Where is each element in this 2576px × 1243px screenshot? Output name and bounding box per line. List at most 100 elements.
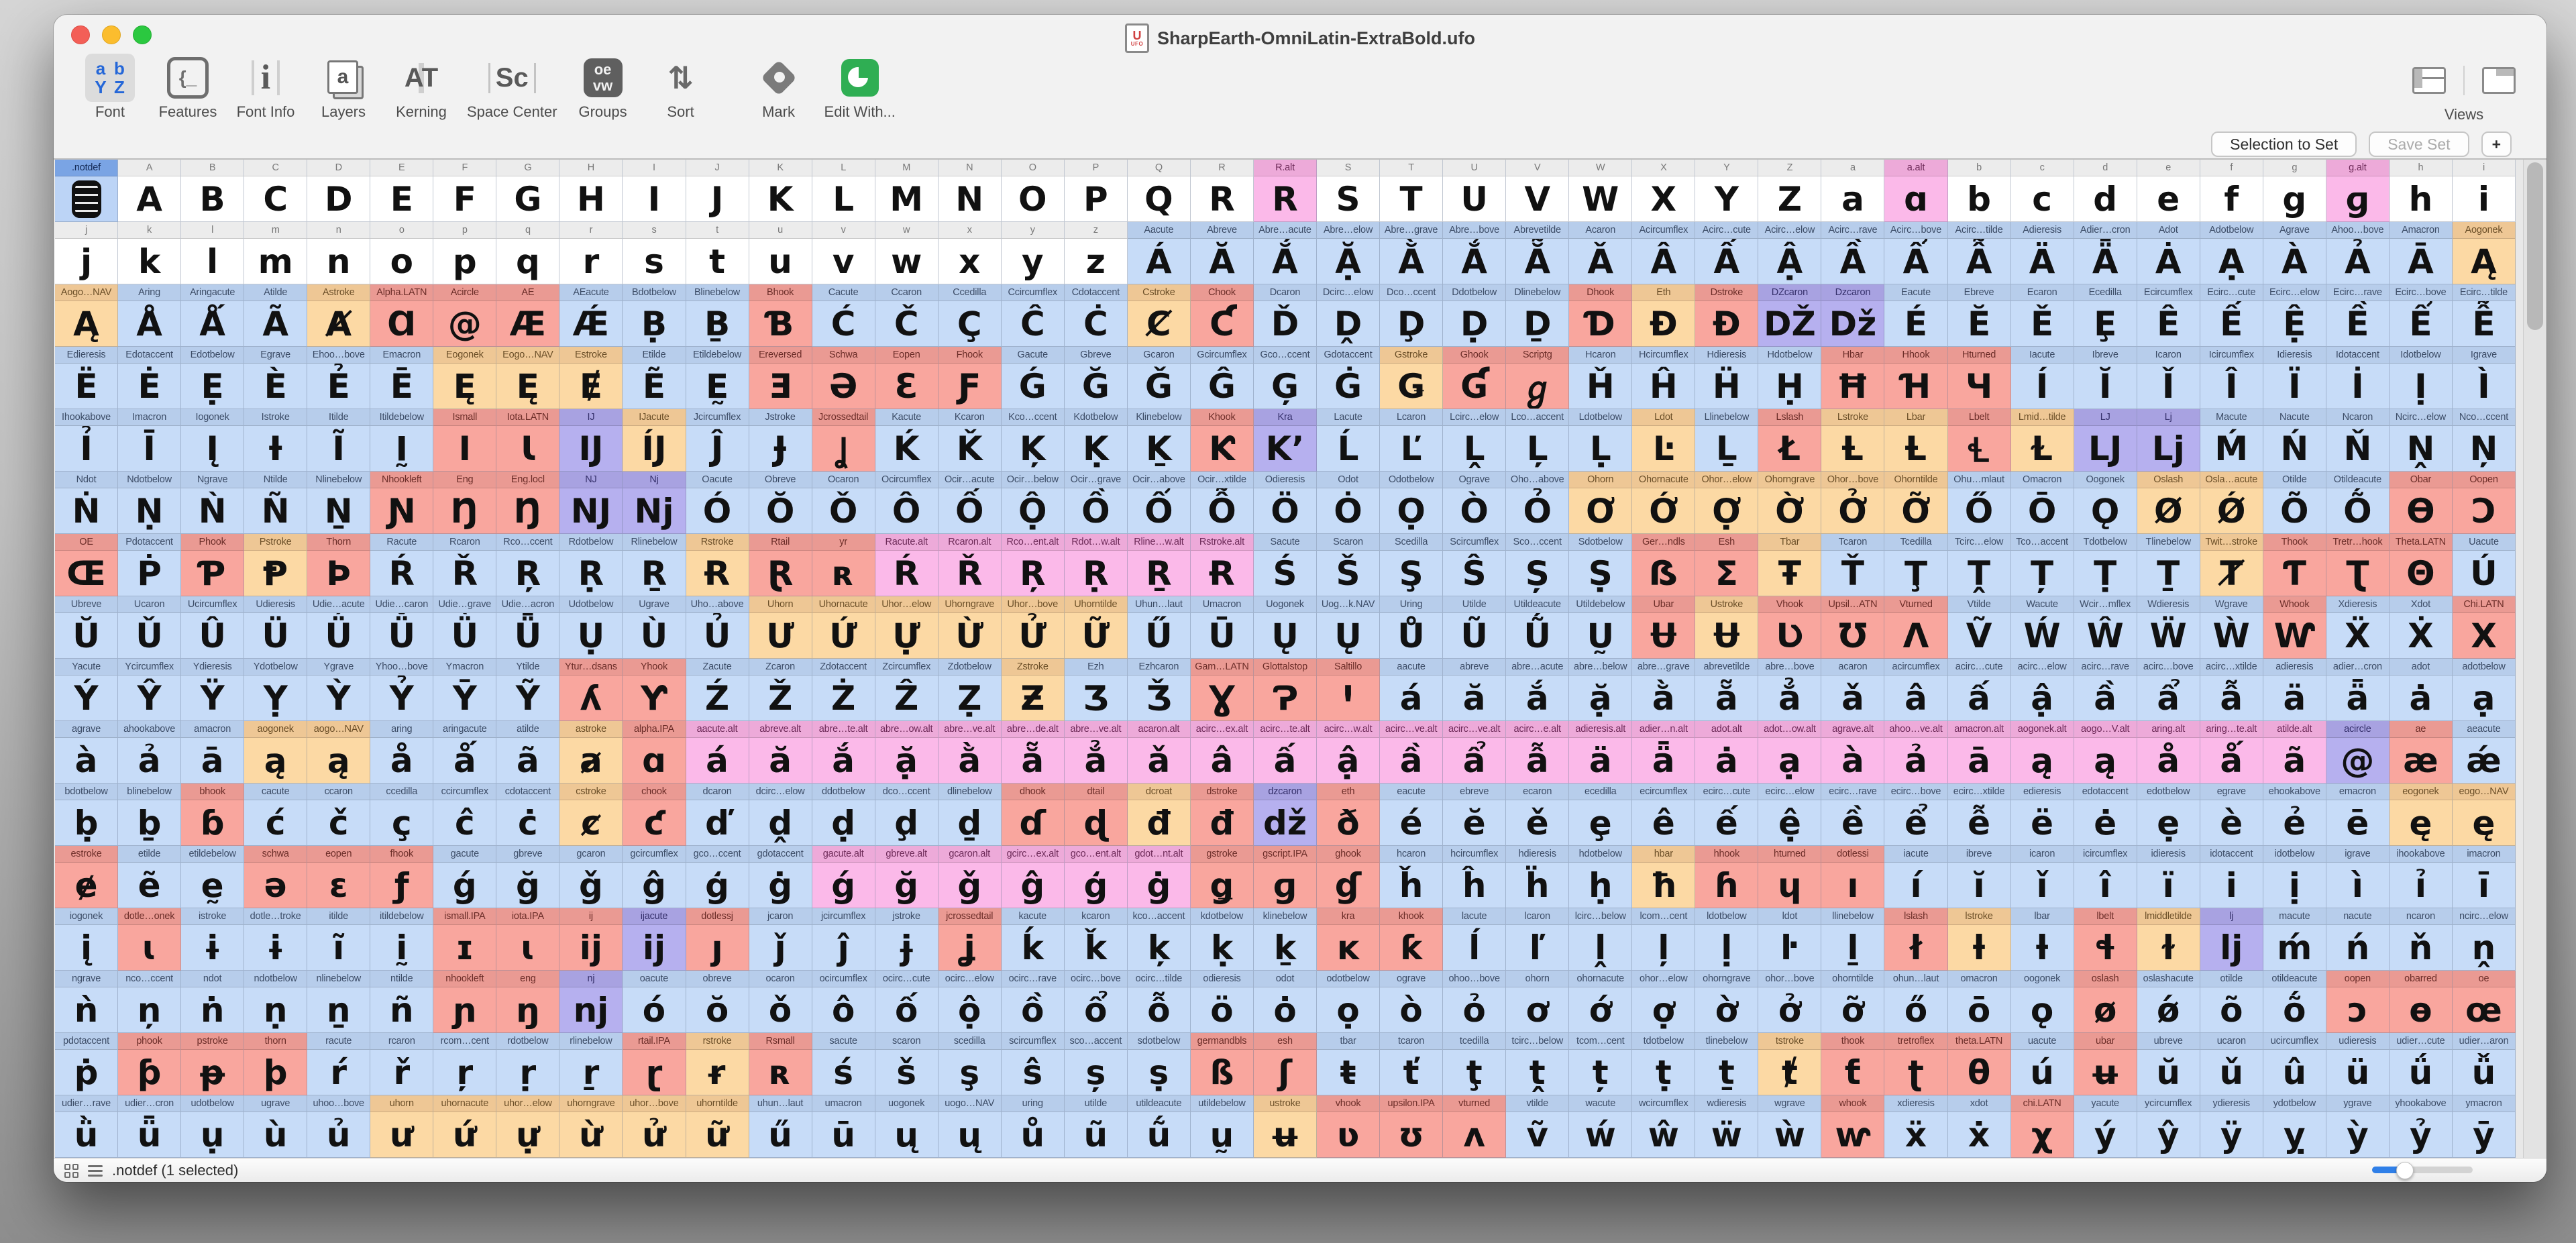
glyph-cell[interactable]: Itilde Ĩ [307, 409, 371, 472]
glyph-cell[interactable]: abreve.alt ă [749, 721, 812, 783]
glyph-cell[interactable]: FF [433, 160, 497, 222]
glyph-cell[interactable]: ahookabove ả [118, 721, 182, 783]
glyph-cell[interactable]: Utildebelow Ṵ [1569, 596, 1633, 659]
glyph-cell[interactable]: Acirc…tilde Ẫ [1947, 222, 2011, 284]
glyph-cell[interactable]: Rstroke.alt Ɍ [1190, 534, 1254, 596]
glyph-cell[interactable]: Twit…stroke Ⱦ [2200, 534, 2263, 596]
glyph-cell[interactable]: yhookabove ỷ [2389, 1095, 2453, 1158]
glyph-cell[interactable]: Idotbelow Ị [2389, 347, 2453, 409]
glyph-cell[interactable]: dotlessj ȷ [686, 908, 749, 971]
glyph-cell[interactable]: Dhook Ɗ [1569, 284, 1633, 347]
glyph-cell[interactable]: tt [686, 222, 749, 284]
glyph-cell[interactable]: Xdot Ẋ [2389, 596, 2453, 659]
glyph-cell[interactable]: Uhorntilde Ữ [1064, 596, 1128, 659]
glyph-cell[interactable]: lcirc…below ḽ [1569, 908, 1633, 971]
glyph-cell[interactable]: Adotbelow Ạ [2200, 222, 2263, 284]
glyph-cell[interactable]: ecaron ě [1506, 783, 1570, 846]
glyph-cell[interactable]: ecirc…bove ể [1884, 783, 1948, 846]
glyph-cell[interactable]: AEacute Ǽ [559, 284, 623, 347]
glyph-cell[interactable]: Hdotbelow Ḥ [1758, 347, 1822, 409]
glyph-cell[interactable]: Gacute Ǵ [1001, 347, 1065, 409]
glyph-cell[interactable]: Ocircumflex Ô [875, 472, 938, 534]
glyph-cell[interactable]: Abre…grave Ằ [1380, 222, 1444, 284]
glyph-cell[interactable]: Zcaron Ž [749, 659, 812, 721]
glyph-cell[interactable]: ndot ṅ [181, 971, 245, 1033]
selection-to-set-button[interactable]: Selection to Set [2211, 131, 2357, 157]
glyph-cell[interactable]: odieresis ö [1190, 971, 1254, 1033]
glyph-cell[interactable]: OE Œ [55, 534, 119, 596]
glyph-cell[interactable]: ydotbelow ỵ [2263, 1095, 2326, 1158]
glyph-cell[interactable]: Lmid…tilde Ɫ [2010, 409, 2074, 472]
glyph-cell[interactable]: schwa ə [244, 846, 308, 908]
glyph-cell[interactable]: Yhoo…bove Ỷ [370, 659, 434, 721]
glyph-cell[interactable]: Wdieresis Ẅ [2137, 596, 2200, 659]
glyph-cell[interactable]: ahoo…ve.alt ả [1884, 721, 1948, 783]
glyph-cell[interactable]: dzcaron dž [1253, 783, 1318, 846]
glyph-cell[interactable]: eogo…NAV ę [2452, 783, 2516, 846]
glyph-cell[interactable]: Nlinebelow Ṉ [307, 472, 371, 534]
glyph-cell[interactable]: acirc…w.alt ậ [1317, 721, 1381, 783]
glyph-cell[interactable]: Esh Ʃ [1695, 534, 1759, 596]
glyph-cell[interactable]: Ustroke Ʉ [1695, 596, 1759, 659]
glyph-cell[interactable]: Edotaccent Ė [118, 347, 182, 409]
glyph-cell[interactable]: idotaccent i [2200, 846, 2263, 908]
glyph-cell[interactable]: Ocaron Ǒ [812, 472, 875, 534]
glyph-cell[interactable]: edotbelow ẹ [2137, 783, 2200, 846]
sidebar-view-icon[interactable] [2412, 67, 2446, 94]
glyph-cell[interactable]: chook ƈ [623, 783, 686, 846]
glyph-cell[interactable]: aring.alt å [2137, 721, 2200, 783]
glyph-cell[interactable]: Xdieresis Ẍ [2326, 596, 2390, 659]
glyph-cell[interactable]: Obreve Ŏ [749, 472, 812, 534]
glyph-cell[interactable]: ij ĳ [559, 908, 623, 971]
close-button[interactable] [71, 25, 90, 44]
glyph-cell[interactable]: ocaron ǒ [749, 971, 812, 1033]
glyph-cell[interactable]: utildeacute ṹ [1127, 1095, 1191, 1158]
glyph-cell[interactable]: etildebelow ḛ [181, 846, 245, 908]
glyph-cell[interactable]: acircumflex â [1884, 659, 1948, 721]
glyph-cell[interactable]: ntilde ñ [370, 971, 434, 1033]
glyph-cell[interactable]: tretroflex ʈ [1884, 1033, 1948, 1095]
glyph-cell[interactable]: uhornacute ứ [433, 1095, 497, 1158]
glyph-cell[interactable]: Ereversed Ǝ [749, 347, 812, 409]
glyph-cell[interactable]: Ger…ndls ẞ [1632, 534, 1696, 596]
glyph-cell[interactable]: hdieresis ḧ [1506, 846, 1570, 908]
glyph-cell[interactable]: DZcaron DŽ [1758, 284, 1822, 347]
glyph-cell[interactable]: hhook ɦ [1695, 846, 1759, 908]
glyph-cell[interactable]: ngrave ǹ [55, 971, 119, 1033]
glyph-cell[interactable]: Kco…ccent Ķ [1001, 409, 1065, 472]
glyph-cell[interactable]: ohorn ơ [1506, 971, 1570, 1033]
glyph-cell[interactable]: Abre…bove Ẳ [1443, 222, 1507, 284]
toolbar-edit-with-button[interactable]: Edit With... [824, 52, 896, 121]
glyph-cell[interactable]: a.alt ɑ [1884, 160, 1948, 222]
glyph-cell[interactable]: Ntilde Ñ [244, 472, 308, 534]
glyph-cell[interactable]: Dcirc…elow Ḓ [1317, 284, 1381, 347]
grid-view-icon[interactable] [64, 1163, 78, 1178]
glyph-cell[interactable]: Ohorn Ơ [1569, 472, 1633, 534]
glyph-cell[interactable]: Ahoo…bove Ả [2326, 222, 2390, 284]
glyph-cell[interactable]: Oopen Ɔ [2452, 472, 2516, 534]
glyph-cell[interactable]: Icircumflex Î [2200, 347, 2263, 409]
glyph-cell[interactable]: kra ĸ [1317, 908, 1381, 971]
glyph-cell[interactable]: Llinebelow Ḻ [1695, 409, 1759, 472]
glyph-cell[interactable]: jcrossedtail ʝ [938, 908, 1002, 971]
glyph-cell[interactable]: aringacute ǻ [433, 721, 497, 783]
glyph-cell[interactable]: ae æ [2389, 721, 2453, 783]
glyph-cell[interactable]: Tcaron Ť [1821, 534, 1885, 596]
glyph-cell[interactable]: blinebelow ḇ [118, 783, 182, 846]
glyph-cell[interactable]: Ubar Ʉ [1632, 596, 1696, 659]
glyph-cell[interactable]: Lbelt Ɬ [1947, 409, 2011, 472]
glyph-cell[interactable]: Uhor…elow Ự [875, 596, 938, 659]
glyph-cell[interactable]: tcedilla ţ [1443, 1033, 1507, 1095]
glyph-cell[interactable]: ocirc…bove ổ [1064, 971, 1128, 1033]
glyph-cell[interactable]: ii [2452, 160, 2516, 222]
glyph-cell[interactable]: fhook ƒ [370, 846, 434, 908]
glyph-cell[interactable]: pdotaccent ṗ [55, 1033, 119, 1095]
glyph-cell[interactable]: adot.alt ȧ [1695, 721, 1759, 783]
glyph-cell[interactable]: Ycircumflex Ŷ [118, 659, 182, 721]
glyph-cell[interactable]: Atilde Ã [244, 284, 308, 347]
glyph-cell[interactable]: wdieresis ẅ [1695, 1095, 1759, 1158]
glyph-cell[interactable]: ohun…laut ő [1884, 971, 1948, 1033]
glyph-cell[interactable]: lslash ł [1884, 908, 1948, 971]
glyph-cell[interactable]: nhookleft ɲ [433, 971, 497, 1033]
glyph-cell[interactable]: khook ƙ [1380, 908, 1444, 971]
